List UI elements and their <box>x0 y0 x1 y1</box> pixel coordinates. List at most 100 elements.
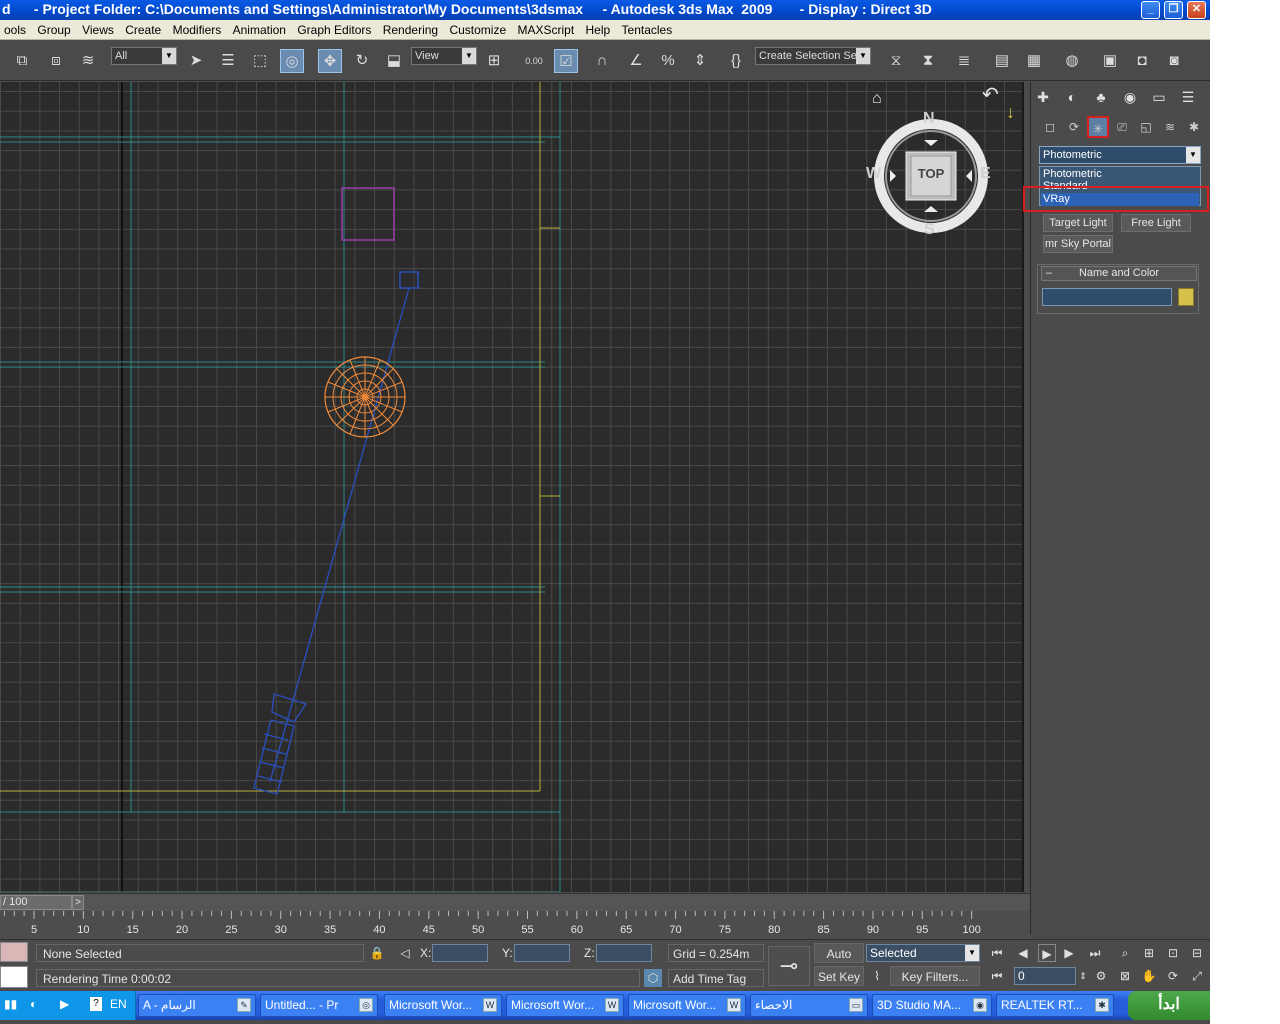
hierarchy-tab-icon[interactable]: ♣ <box>1089 86 1113 108</box>
maxscript-listener-mini[interactable] <box>0 942 28 962</box>
object-color-swatch[interactable] <box>1178 288 1194 306</box>
pivot-center-icon[interactable]: ⊞ <box>482 49 506 73</box>
material-editor-icon[interactable]: ◍ <box>1060 49 1084 73</box>
time-slider-thumb[interactable]: / 100 <box>0 895 72 910</box>
reference-coordinate-dropdown[interactable]: View ▼ <box>411 47 477 65</box>
geometry-icon[interactable]: ◻ <box>1039 116 1061 138</box>
menu-animation[interactable]: Animation <box>229 20 290 40</box>
key-filters-button[interactable]: Key Filters... <box>890 966 980 986</box>
field-of-view-icon[interactable]: ⊠ <box>1116 967 1134 985</box>
photometric-light[interactable] <box>253 693 308 795</box>
mirror-icon[interactable]: ⧖ <box>884 49 908 73</box>
zoom-icon[interactable]: ⌕ <box>1116 944 1134 962</box>
select-and-move-icon[interactable]: ✥ <box>318 49 342 73</box>
menu-tools[interactable]: ools <box>0 20 30 40</box>
time-configuration-icon[interactable]: ⚙ <box>1092 967 1110 985</box>
media-icon[interactable]: ▶ <box>60 997 69 1011</box>
percent-snap-icon[interactable]: % <box>656 49 680 73</box>
maximize-button[interactable]: ❐ <box>1164 1 1183 19</box>
menu-customize[interactable]: Customize <box>445 20 510 40</box>
next-frame-button[interactable]: > <box>72 895 84 910</box>
set-key-button[interactable]: Set Key <box>814 966 864 986</box>
play-icon[interactable]: ▶ <box>1038 944 1056 962</box>
bind-to-space-warp-icon[interactable]: ≋ <box>76 49 100 73</box>
next-key-icon[interactable]: ▶ <box>1060 944 1078 962</box>
zoom-all-icon[interactable]: ⊞ <box>1140 944 1158 962</box>
taskbar-item-paint[interactable]: A - الرسام ✎ <box>138 994 256 1017</box>
motion-tab-icon[interactable]: ◉ <box>1118 86 1142 108</box>
rendered-frame-window-icon[interactable]: ◘ <box>1130 49 1154 73</box>
start-button[interactable]: ابدأ <box>1128 991 1210 1020</box>
x-coordinate-field[interactable] <box>432 944 488 962</box>
volume-icon[interactable]: ◐ <box>30 997 37 1011</box>
angle-snap-toggle-icon[interactable]: ∠ <box>624 49 648 73</box>
taskbar-item-untitled[interactable]: Untitled... - Pr ◎ <box>260 994 378 1017</box>
target-light-button[interactable]: Target Light <box>1043 214 1113 232</box>
align-icon[interactable]: ⧗ <box>916 49 940 73</box>
close-button[interactable]: ✕ <box>1187 1 1206 19</box>
rectangular-selection-icon[interactable]: ⬚ <box>248 49 272 73</box>
taskbar-item-word-2[interactable]: Microsoft Wor... W <box>506 994 624 1017</box>
key-tangents-icon[interactable]: ⌇ <box>868 967 886 985</box>
network-icon[interactable]: ▮▮ <box>4 997 17 1011</box>
lights-icon[interactable]: ✳ <box>1087 116 1109 138</box>
edit-named-selection-icon[interactable]: {} <box>724 49 748 73</box>
selection-filter-dropdown[interactable]: All ▼ <box>111 47 177 65</box>
frame-spinner-icon[interactable]: ⇕ <box>1074 967 1092 985</box>
menu-maxscript[interactable]: MAXScript <box>513 20 578 40</box>
trackbar[interactable]: 5 10 15 20 25 30 35 40 45 50 55 60 65 70 75 80 85 90 95 100 <box>0 911 1030 939</box>
auto-key-button[interactable]: Auto Key <box>814 943 864 981</box>
utilities-tab-icon[interactable]: ☰ <box>1176 86 1200 108</box>
systems-icon[interactable]: ✱ <box>1183 116 1205 138</box>
set-key-icon[interactable]: ⊸ <box>768 946 810 986</box>
pan-view-icon[interactable]: ✋ <box>1140 967 1158 985</box>
box-object[interactable] <box>341 187 395 241</box>
menu-group[interactable]: Group <box>33 20 74 40</box>
rotate-down-icon[interactable]: ↓ <box>1006 102 1015 123</box>
taskbar-item-3dsmax[interactable]: 3D Studio MA... ◉ <box>872 994 992 1017</box>
rotate-view-icon[interactable]: ↶ <box>982 82 999 107</box>
orbit-icon[interactable]: ⟳ <box>1164 967 1182 985</box>
object-name-field[interactable] <box>1042 288 1172 306</box>
shapes-icon[interactable]: ⟳ <box>1063 116 1085 138</box>
light-type-dropdown[interactable]: Photometric ▼ <box>1039 146 1201 164</box>
select-object-icon[interactable]: ➤ <box>184 49 208 73</box>
rollout-header[interactable]: – Name and Color <box>1041 266 1197 281</box>
curve-editor-icon[interactable]: ▤ <box>990 49 1014 73</box>
key-mode-dropdown[interactable]: Selected ▼ <box>866 944 980 962</box>
previous-frame-icon[interactable]: ◀ <box>1014 944 1032 962</box>
select-by-name-icon[interactable]: ☰ <box>216 49 240 73</box>
render-setup-icon[interactable]: ▣ <box>1098 49 1122 73</box>
modify-tab-icon[interactable]: ◐ <box>1060 86 1084 108</box>
add-time-tag-button[interactable]: Add Time Tag <box>668 969 764 987</box>
sphere-object[interactable] <box>324 356 406 438</box>
lock-selection-icon[interactable]: 🔒 <box>368 944 386 962</box>
menu-help[interactable]: Help <box>582 20 615 40</box>
z-coordinate-field[interactable] <box>596 944 652 962</box>
menu-views[interactable]: Views <box>78 20 118 40</box>
menu-create[interactable]: Create <box>121 20 165 40</box>
absolute-mode-icon[interactable]: ◁ <box>396 944 414 962</box>
maxscript-input-mini[interactable] <box>0 966 28 988</box>
go-to-end-icon[interactable]: ⏭ <box>1086 944 1104 962</box>
spinner-snap-icon[interactable]: ⇕ <box>688 49 712 73</box>
menu-modifiers[interactable]: Modifiers <box>169 20 226 40</box>
time-tag-icon[interactable]: ⬡ <box>644 969 662 987</box>
minimize-button[interactable]: _ <box>1141 1 1160 19</box>
taskbar-item-word-1[interactable]: Microsoft Wor... W <box>384 994 502 1017</box>
free-light-button[interactable]: Free Light <box>1121 214 1191 232</box>
zoom-extents-all-icon[interactable]: ⊟ <box>1188 944 1206 962</box>
time-slider[interactable]: / 100 > <box>0 893 1030 911</box>
zoom-extents-icon[interactable]: ⊡ <box>1164 944 1182 962</box>
taskbar-item-folder[interactable]: الاحصاء ▭ <box>750 994 868 1017</box>
snaps-toggle-icon[interactable]: ∩ <box>590 49 614 73</box>
taskbar-item-word-3[interactable]: Microsoft Wor... W <box>628 994 746 1017</box>
unlink-selection-icon[interactable]: ⧈ <box>44 49 68 73</box>
display-tab-icon[interactable]: ▭ <box>1147 86 1171 108</box>
language-indicator[interactable]: EN <box>110 997 127 1011</box>
menu-graph-editors[interactable]: Graph Editors <box>293 20 375 40</box>
menu-rendering[interactable]: Rendering <box>379 20 442 40</box>
window-crossing-icon[interactable]: ◎ <box>280 49 304 73</box>
select-and-link-icon[interactable]: ⧉ <box>10 49 34 73</box>
mr-sky-portal-button[interactable]: mr Sky Portal <box>1043 235 1113 253</box>
